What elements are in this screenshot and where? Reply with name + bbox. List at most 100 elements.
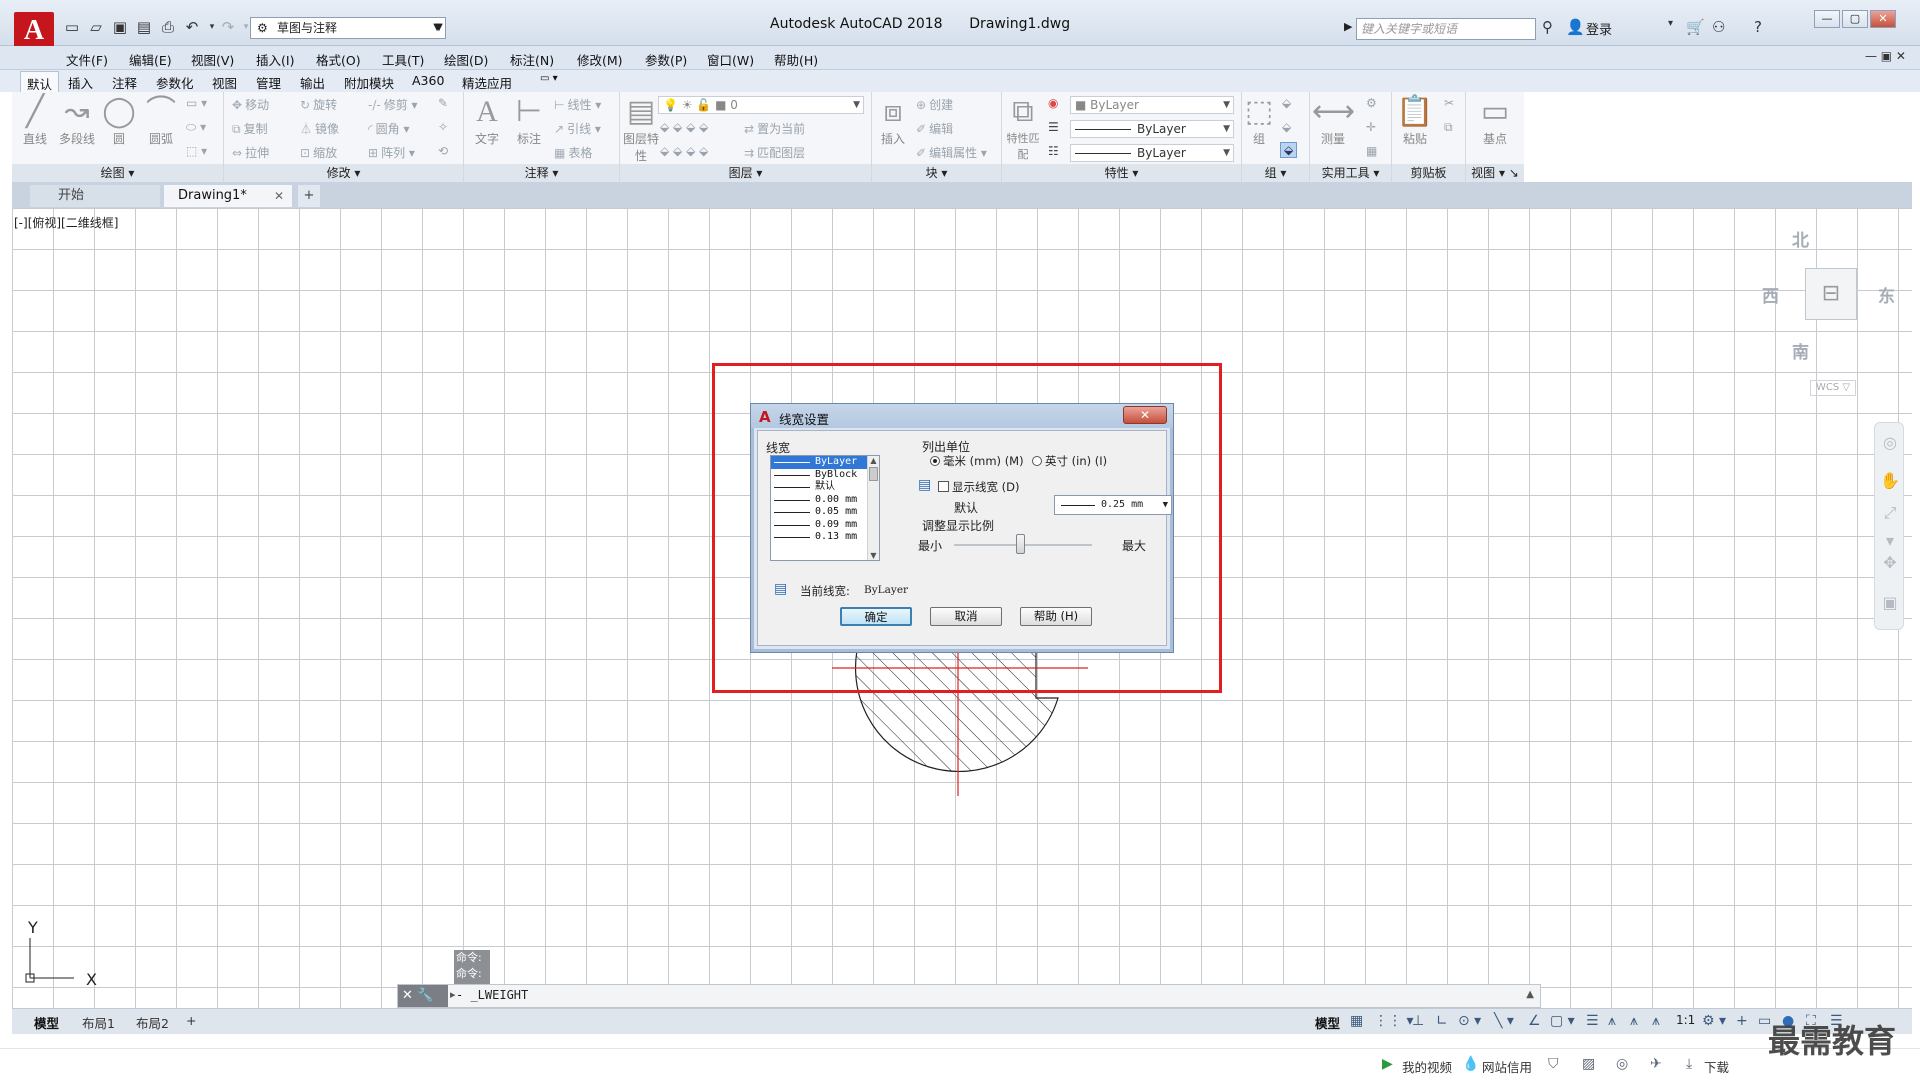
linetype-select[interactable]: ByLayer ▼ (1070, 120, 1234, 138)
help-icon[interactable]: ? (1754, 18, 1762, 36)
maximize-button[interactable]: ▢ (1842, 10, 1868, 28)
my-videos-link[interactable]: 我的视频 (1402, 1057, 1452, 1076)
dialog-close-button[interactable]: ✕ (1123, 406, 1167, 424)
network-icon[interactable]: ⚇ (1712, 18, 1725, 36)
image-icon[interactable]: ▨ (1582, 1056, 1595, 1072)
browser-icon[interactable]: ◎ (1616, 1056, 1628, 1072)
redo-icon[interactable]: ↷ (218, 18, 238, 36)
menu-file[interactable]: 文件(F) (66, 50, 108, 69)
save-as-icon[interactable]: ▤ (134, 18, 154, 36)
site-credit-link[interactable]: 网站信用 (1482, 1057, 1532, 1076)
dialog-title-bar[interactable]: A 线宽设置 ✕ (751, 404, 1173, 428)
close-tab-icon[interactable]: ✕ (274, 185, 284, 207)
tab-insert[interactable]: 插入 (68, 73, 93, 92)
color-wheel-icon[interactable]: ◉ (1048, 96, 1058, 110)
tab-a360[interactable]: A360 (412, 73, 444, 88)
scroll-thumb[interactable] (869, 467, 878, 481)
lineweight-list[interactable]: ByLayer ByBlock 默认 0.00 mm 0.05 mm 0.09 … (770, 455, 880, 561)
menu-modify[interactable]: 修改(M) (577, 50, 623, 69)
menu-format[interactable]: 格式(O) (316, 50, 361, 69)
grid-icon[interactable]: ▦ (1350, 1013, 1363, 1029)
layer-tools-row2[interactable]: ⬙ ⬙ ⬙ ⬙ (660, 144, 708, 158)
isodraft-icon[interactable]: ╲ ▾ (1494, 1013, 1514, 1029)
cut-icon[interactable]: ✂ (1444, 96, 1454, 110)
ok-button[interactable]: 确定 (840, 607, 912, 626)
mirror-tool[interactable]: ⏃ 镜像 (300, 120, 339, 137)
annotation-scale-icon[interactable]: ⩚ (1652, 1013, 1660, 1029)
rotate-tool[interactable]: ↻ 旋转 (300, 96, 337, 113)
layout-tab-2[interactable]: 布局2 (136, 1013, 169, 1032)
add-layout-icon[interactable]: + (186, 1013, 196, 1028)
infer-constraints-icon[interactable]: ⊥ (1412, 1013, 1424, 1029)
hatch-icon[interactable]: ⬭ ▾ (186, 120, 206, 135)
user-icon[interactable]: 👤 (1566, 18, 1585, 36)
linetype-icon[interactable]: ☰ (1048, 120, 1059, 134)
polyline-tool[interactable]: ↝ 多段线 (56, 94, 98, 147)
layout-tab-model[interactable]: 模型 (34, 1013, 59, 1032)
panel-layers-title[interactable]: 图层 ▾ (620, 164, 871, 182)
measure-tool[interactable]: ⟷ 测量 (1312, 94, 1355, 147)
quick-calc-icon[interactable]: ⚙ (1366, 96, 1377, 110)
calculator-icon[interactable]: ▦ (1366, 144, 1377, 158)
menu-draw[interactable]: 绘图(D) (444, 50, 488, 69)
save-icon[interactable]: ▣ (110, 18, 130, 36)
create-block-tool[interactable]: ⊕ 创建 (916, 96, 953, 113)
circle-tool[interactable]: ◯ 圆 (98, 94, 140, 147)
search-expand-icon[interactable]: ▶ (1344, 20, 1352, 33)
line-tool[interactable]: ╱ 直线 (14, 94, 56, 147)
copy-clip-icon[interactable]: ⧉ (1444, 120, 1453, 135)
point-icon[interactable]: ✛ (1366, 120, 1376, 134)
wrench-icon[interactable]: 🔧 (417, 988, 433, 1003)
lineweight-icon[interactable]: ☷ (1048, 144, 1059, 158)
paste-tool[interactable]: 📋 粘贴 (1394, 94, 1436, 147)
ungroup-icon[interactable]: ⬙ (1282, 96, 1291, 110)
tab-manage[interactable]: 管理 (256, 73, 281, 92)
polar-icon[interactable]: ⊙ ▾ (1458, 1013, 1481, 1029)
tab-output[interactable]: 输出 (300, 73, 325, 92)
customize-toolbar-icon[interactable]: ▼ (432, 17, 446, 39)
lineweight-item[interactable]: 0.09 mm (771, 519, 879, 532)
lineweight-toggle-icon[interactable]: ☰ (1586, 1013, 1599, 1029)
table-tool[interactable]: ▦ 表格 (554, 144, 592, 161)
ortho-icon[interactable]: ∟ (1436, 1013, 1448, 1029)
rocket-icon[interactable]: ✈ (1650, 1056, 1662, 1072)
match-properties-tool[interactable]: ⧉ 特性匹配 (1002, 94, 1044, 162)
tab-featured-apps[interactable]: 精选应用 (462, 73, 512, 92)
panel-modify-title[interactable]: 修改 ▾ (224, 164, 463, 182)
lineweight-item[interactable]: 0.00 mm (771, 494, 879, 507)
search-input[interactable]: 键入关键字或短语 (1356, 18, 1536, 40)
close-icon[interactable]: ✕ (402, 988, 413, 1003)
workspace-switch-icon[interactable]: ⚙ ▾ (1702, 1013, 1726, 1029)
layout-tab-1[interactable]: 布局1 (82, 1013, 115, 1032)
lineweight-item[interactable]: ByLayer (771, 456, 879, 469)
unit-inch-radio[interactable]: 英寸 (in) (I) (1032, 453, 1107, 469)
annotation-visibility-icon[interactable]: ⩚ (1608, 1013, 1616, 1029)
download-icon[interactable]: ⤓ (1686, 1056, 1692, 1072)
lineweight-item[interactable]: 0.13 mm (771, 531, 879, 544)
edit-block-tool[interactable]: ✐ 编辑 (916, 120, 953, 137)
ribbon-minimize-icon[interactable]: ▭ ▾ (540, 73, 558, 84)
explode-icon[interactable]: ✧ (438, 120, 448, 134)
erase-icon[interactable]: ✎ (438, 96, 448, 110)
rectangle-icon[interactable]: ▭ ▾ (186, 96, 207, 110)
tab-annotate[interactable]: 注释 (112, 73, 137, 92)
panel-view-title[interactable]: 视图 ▾ ↘ (1466, 164, 1524, 182)
lineweight-item[interactable]: 0.05 mm (771, 506, 879, 519)
dimension-tool[interactable]: ⊢ 标注 (508, 94, 550, 147)
chevron-down-icon[interactable]: ▾ (1668, 18, 1673, 29)
group-tool[interactable]: ⬚ 组 (1242, 94, 1276, 147)
edit-attributes-tool[interactable]: ✐ 编辑属性 ▾ (916, 144, 987, 161)
shield-icon[interactable]: ⛉ (1548, 1056, 1559, 1072)
help-button[interactable]: 帮助 (H) (1020, 607, 1092, 626)
layer-properties-tool[interactable]: ▤ 图层特性 (620, 94, 662, 164)
group-select-icon[interactable]: ⬙ (1280, 142, 1298, 158)
match-layer-tool[interactable]: ⇉ 匹配图层 (744, 144, 805, 161)
move-tool[interactable]: ✥ 移动 (232, 96, 269, 113)
scroll-down-icon[interactable]: ▼ (868, 551, 879, 560)
auto-scale-icon[interactable]: ⩚ (1630, 1013, 1638, 1029)
offset-icon[interactable]: ⟲ (438, 144, 448, 158)
linear-tool[interactable]: ⊢ 线性 ▾ (554, 96, 601, 113)
stretch-tool[interactable]: ⇔ 拉伸 (232, 144, 269, 161)
color-select[interactable]: ■ ByLayer ▼ (1070, 96, 1234, 114)
lineweight-list-scrollbar[interactable]: ▲ ▼ (867, 456, 879, 560)
